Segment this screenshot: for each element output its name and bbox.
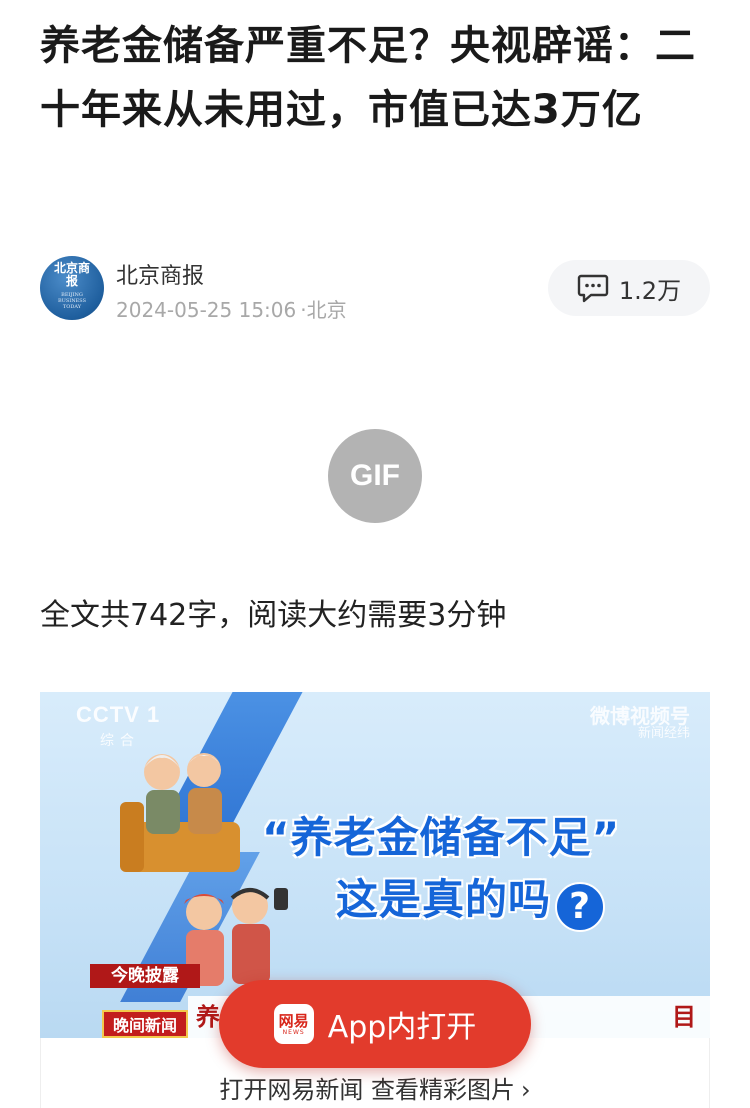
avatar-logo-subtext: BEIJING BUSINESS TODAY — [57, 292, 87, 310]
video-headline-line2: 这是真的吗? — [336, 866, 606, 932]
publish-location: ·北京 — [300, 298, 347, 322]
open-in-app-link-text: 打开网易新闻 查看精彩图片 — [219, 1076, 516, 1104]
app-logo-cn: 网易 — [278, 1011, 309, 1030]
avatar-logo-text: 北京商报 — [53, 261, 90, 288]
open-in-app-button[interactable]: 网易 NEWS App内打开 — [219, 980, 531, 1068]
video-headline-line1: “养老金储备不足” — [262, 813, 621, 862]
video-headline-line2-text: 这是真的吗 — [336, 875, 552, 924]
publish-meta: 2024-05-25 15:06 ·北京 — [116, 294, 347, 323]
open-in-app-link[interactable]: 打开网易新闻 查看精彩图片 › — [0, 1070, 750, 1105]
cctv-channel-logo: CCTV 1 — [76, 702, 161, 727]
comment-bubble-icon — [577, 274, 609, 303]
author-row: 北京商报 BEIJING BUSINESS TODAY 北京商报 2024-05… — [40, 256, 710, 322]
open-in-app-label: App内打开 — [327, 1010, 477, 1045]
app-logo-en: NEWS — [282, 1028, 305, 1036]
gif-play-badge[interactable]: GIF — [328, 429, 422, 523]
elderly-couple-illustration — [120, 753, 240, 872]
author-avatar[interactable]: 北京商报 BEIJING BUSINESS TODAY — [40, 256, 104, 320]
author-name[interactable]: 北京商报 — [116, 258, 204, 290]
chevron-right-icon: › — [521, 1076, 531, 1104]
comment-button[interactable]: 1.2万 — [548, 260, 710, 316]
program-tag: 今晚披露 — [90, 964, 200, 988]
read-time-info: 全文共742字，阅读大约需要3分钟 — [40, 598, 507, 633]
cctv-channel-sub: 综合 — [100, 733, 140, 749]
publish-datetime: 2024-05-25 15:06 — [116, 298, 297, 322]
ticker-left-text: 养 — [196, 1003, 220, 1031]
comment-count: 1.2万 — [618, 276, 682, 305]
ticker-right-text: 目 — [672, 1003, 696, 1031]
netease-news-logo-icon: 网易 NEWS — [273, 1004, 314, 1044]
weibo-watermark-sub: 新闻经纬 — [637, 726, 690, 741]
evening-news-tag: 晚间新闻 — [102, 1010, 188, 1038]
article-title: 养老金储备严重不足？央视辟谣：二十年来从未用过，市值已达3万亿 — [40, 23, 696, 133]
question-mark-icon: ? — [555, 882, 606, 932]
